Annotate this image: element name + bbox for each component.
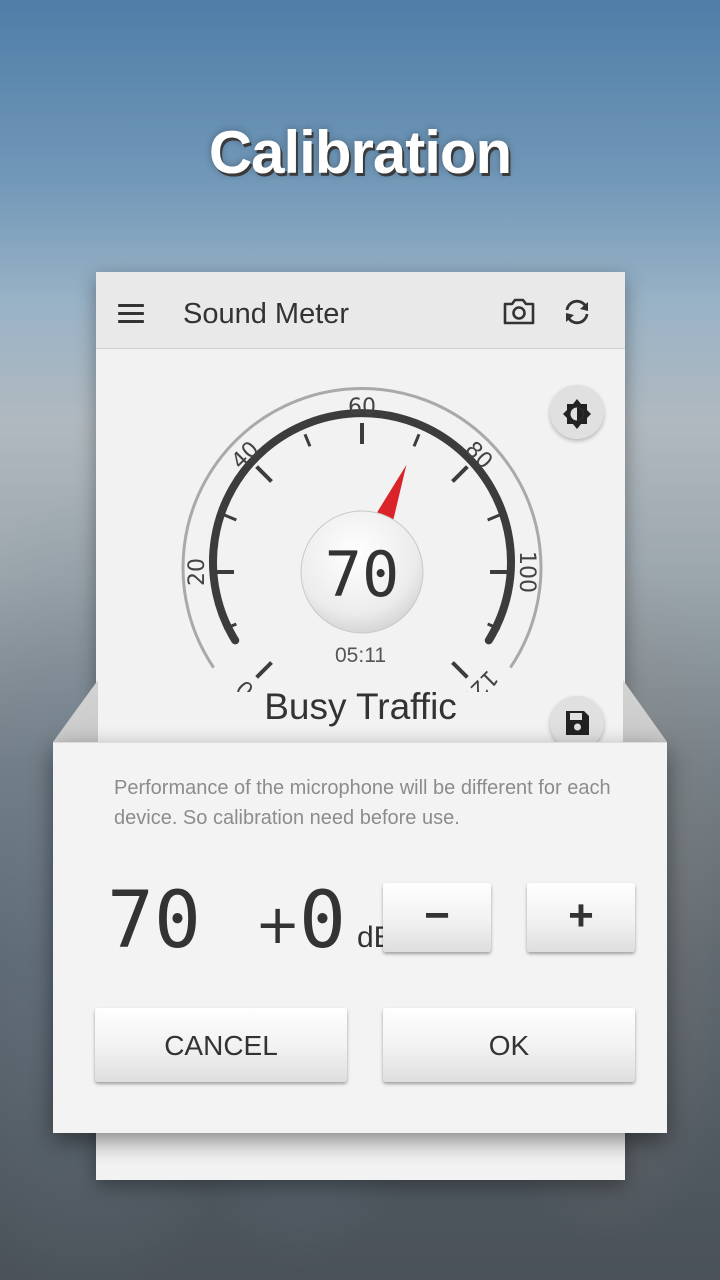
gauge-tick xyxy=(451,465,469,483)
app-title: Sound Meter xyxy=(183,298,350,330)
page-headline: Calibration xyxy=(208,119,512,186)
calibration-value: 70 + 0 dB xyxy=(107,883,394,963)
calibration-dialog: Performance of the microphone will be di… xyxy=(53,742,667,1133)
gauge-tick-label: 20 xyxy=(185,558,210,586)
menu-icon[interactable] xyxy=(118,304,144,324)
increase-button[interactable]: + xyxy=(527,883,635,952)
gauge-tick xyxy=(412,433,421,447)
sound-gauge: 020406080100120 70 xyxy=(181,387,543,692)
dialog-fold-left xyxy=(53,680,98,742)
dialog-fold-right xyxy=(623,680,667,742)
gauge-value: 70 xyxy=(325,538,400,611)
noise-status: Busy Traffic xyxy=(264,686,457,727)
dialog-message: Performance of the microphone will be di… xyxy=(114,777,611,829)
gauge-tick xyxy=(303,433,312,447)
gauge-tick xyxy=(487,513,501,522)
gauge-needle xyxy=(376,464,407,521)
gauge-tick xyxy=(223,513,237,522)
cancel-button[interactable]: CANCEL xyxy=(95,1008,347,1082)
gauge-tick-label: 100 xyxy=(514,551,539,593)
calibration-offset: 0 xyxy=(299,883,346,963)
calibration-plus-sign: + xyxy=(255,893,300,956)
decrease-button[interactable]: − xyxy=(383,883,491,952)
calibration-base-value: 70 xyxy=(107,883,201,963)
app-bar: Sound Meter xyxy=(96,272,625,349)
gauge-tick xyxy=(255,465,273,483)
refresh-icon[interactable] xyxy=(561,296,593,328)
ok-button[interactable]: OK xyxy=(383,1008,635,1082)
gauge-tick-label: 60 xyxy=(348,395,376,420)
camera-icon[interactable] xyxy=(502,296,536,326)
timer: 05:11 xyxy=(335,644,386,667)
